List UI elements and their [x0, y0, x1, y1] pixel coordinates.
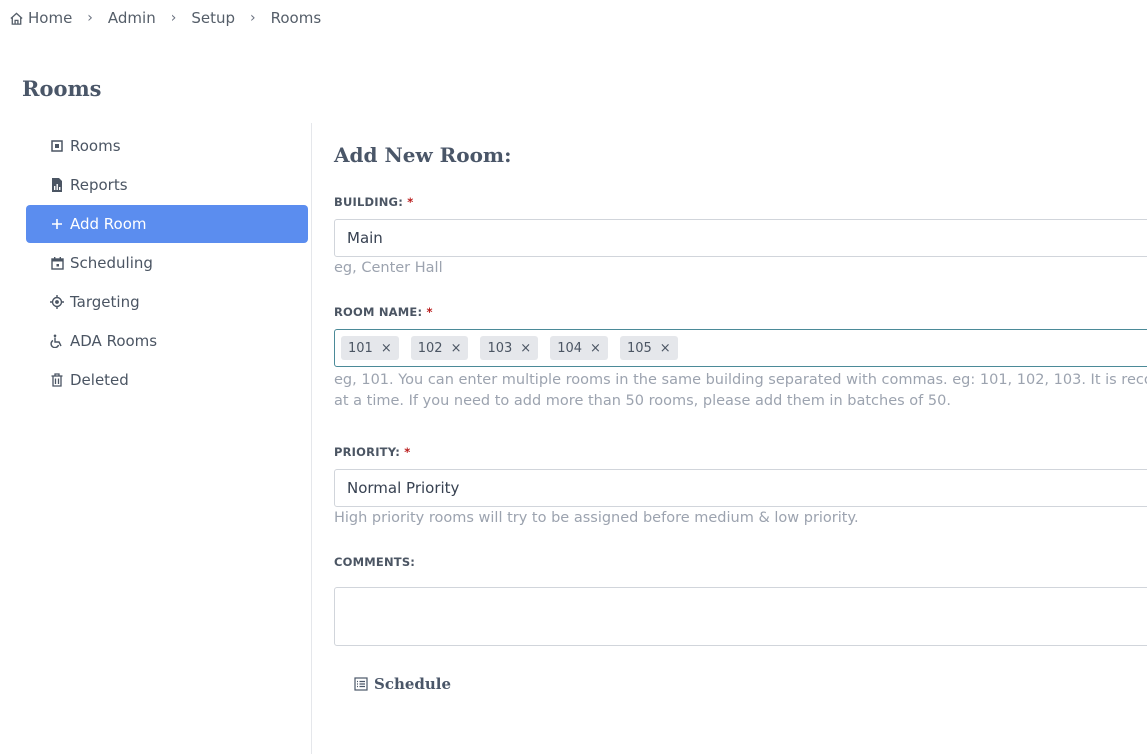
remove-tag-icon[interactable]: × — [660, 341, 671, 356]
room-tag: 104 × — [550, 336, 608, 360]
breadcrumb: Home › Admin › Setup › Rooms — [9, 9, 321, 27]
priority-select[interactable]: Normal Priority — [334, 469, 1147, 507]
sidebar-item-label: Targeting — [70, 293, 140, 311]
target-icon — [50, 295, 64, 309]
add-room-form: Add New Room: — [334, 143, 1147, 171]
sidebar-item-label: Deleted — [70, 371, 129, 389]
sidebar-item-label: Scheduling — [70, 254, 153, 272]
list-icon — [354, 677, 368, 691]
calendar-icon — [50, 256, 64, 270]
breadcrumb-rooms: Rooms — [270, 9, 322, 27]
report-file-icon — [50, 178, 64, 192]
sidebar-item-scheduling[interactable]: Scheduling — [26, 244, 308, 282]
breadcrumb-home[interactable]: Home — [9, 9, 72, 27]
home-icon — [9, 11, 24, 26]
required-marker: * — [407, 195, 414, 209]
chevron-right-icon: › — [170, 10, 177, 26]
schedule-label: Schedule — [374, 675, 452, 693]
room-tag: 102 × — [410, 336, 469, 360]
chevron-right-icon: › — [87, 10, 93, 26]
priority-value: Normal Priority — [347, 479, 460, 497]
plus-icon — [50, 217, 64, 231]
sidebar-divider — [311, 123, 312, 754]
form-title: Add New Room: — [334, 143, 512, 167]
page-title: Rooms — [22, 76, 102, 101]
comments-label: COMMENTS: — [334, 555, 416, 569]
priority-hint: High priority rooms will try to be assig… — [334, 510, 859, 526]
room-tag: 105 × — [619, 336, 678, 360]
sidebar-item-ada-rooms[interactable]: ADA Rooms — [26, 322, 308, 360]
room-name-tag-input[interactable]: 101 × 102 × 103 × 104 × 105 × — [334, 329, 1147, 367]
sidebar-item-label: Reports — [70, 176, 128, 194]
breadcrumb-admin[interactable]: Admin — [108, 9, 156, 27]
room-name-hint-line2: at a time. If you need to add more than … — [334, 393, 951, 409]
sidebar: Rooms Reports Add Room Scheduling Target… — [26, 127, 308, 400]
schedule-section-toggle[interactable]: Schedule — [354, 675, 451, 693]
sidebar-item-targeting[interactable]: Targeting — [26, 283, 308, 321]
sidebar-item-add-room[interactable]: Add Room — [26, 205, 308, 243]
building-label: BUILDING: * — [334, 195, 414, 209]
remove-tag-icon[interactable]: × — [520, 341, 531, 356]
remove-tag-icon[interactable]: × — [381, 341, 392, 356]
sidebar-item-deleted[interactable]: Deleted — [26, 361, 308, 399]
chevron-right-icon: › — [250, 10, 256, 26]
sidebar-item-rooms[interactable]: Rooms — [26, 127, 308, 165]
accessibility-icon — [50, 334, 64, 348]
required-marker: * — [426, 305, 433, 319]
sidebar-item-label: Rooms — [70, 137, 121, 155]
breadcrumb-setup[interactable]: Setup — [191, 9, 235, 27]
sidebar-item-label: Add Room — [70, 215, 147, 233]
room-name-hint-line1: eg, 101. You can enter multiple rooms in… — [334, 372, 1147, 388]
building-hint: eg, Center Hall — [334, 260, 443, 276]
required-marker: * — [404, 445, 411, 459]
comments-textarea[interactable] — [334, 587, 1147, 646]
priority-label: PRIORITY: * — [334, 445, 411, 459]
building-input[interactable]: Main — [334, 219, 1147, 257]
trash-icon — [50, 373, 64, 387]
room-name-label: ROOM NAME: * — [334, 305, 433, 319]
breadcrumb-home-label: Home — [28, 9, 73, 27]
sidebar-item-label: ADA Rooms — [70, 332, 158, 350]
remove-tag-icon[interactable]: × — [590, 341, 601, 356]
building-value: Main — [347, 229, 383, 247]
room-tag: 103 × — [480, 336, 539, 360]
remove-tag-icon[interactable]: × — [451, 341, 462, 356]
square-dot-icon — [50, 139, 64, 153]
room-tag: 101 × — [341, 336, 399, 360]
sidebar-item-reports[interactable]: Reports — [26, 166, 308, 204]
